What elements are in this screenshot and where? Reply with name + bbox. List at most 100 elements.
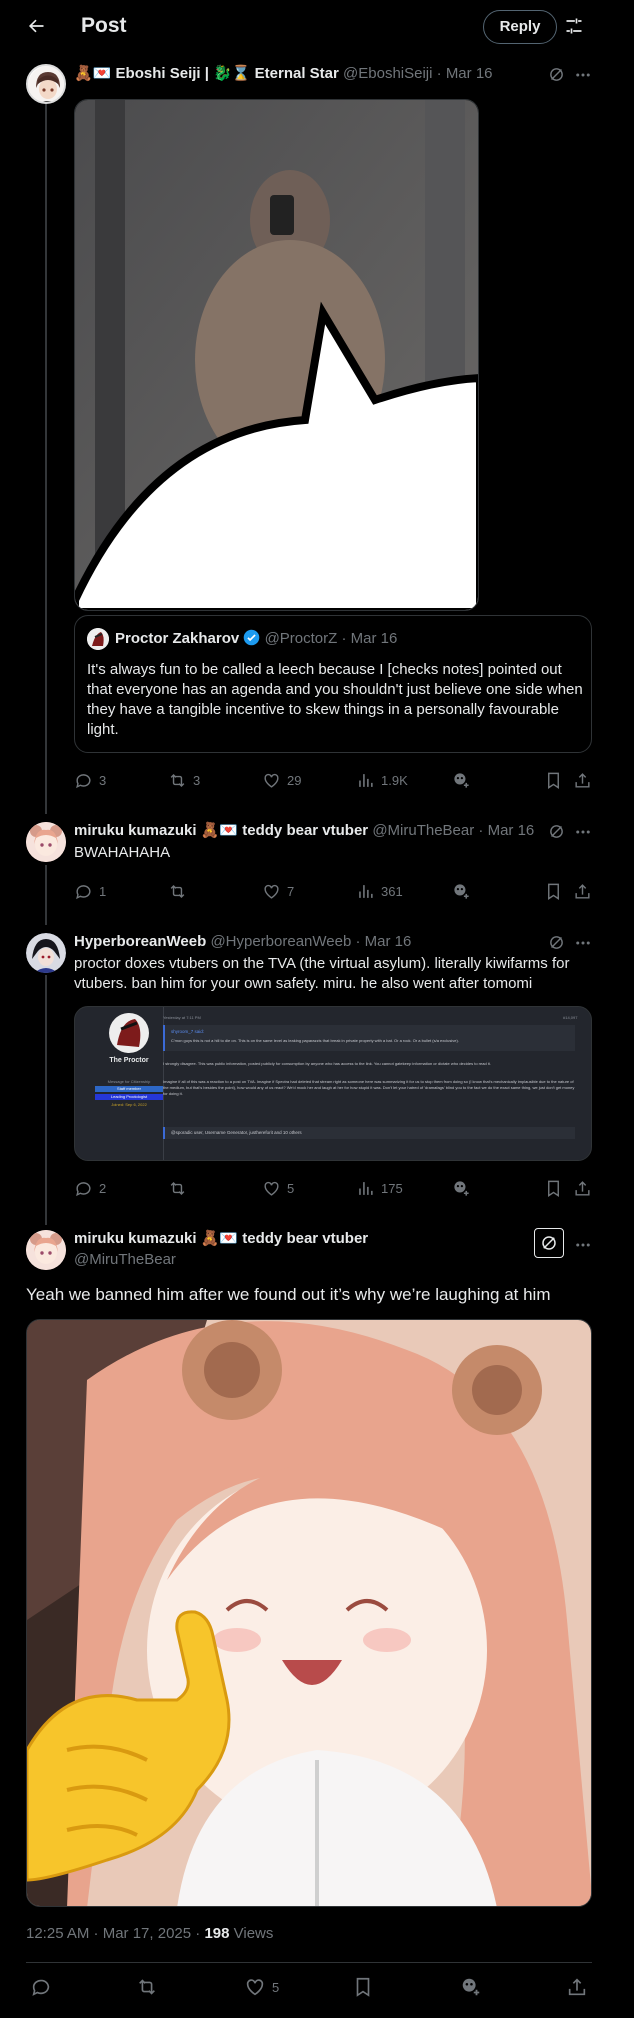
more-options-icon[interactable]: [574, 1236, 592, 1254]
heart-icon: [246, 1979, 264, 1996]
avatar-eboshi[interactable]: [26, 64, 66, 104]
post1-author-row: 🧸💌 Eboshi Seiji | 🐉⌛ Eternal Star @Ebosh…: [74, 64, 493, 84]
bookmark-icon: [548, 772, 559, 789]
reply-action[interactable]: 2: [74, 1179, 106, 1198]
dragon-icon: 🐉: [213, 65, 232, 82]
post3-forum-screenshot[interactable]: The Proctor Message for Citizenship Staf…: [74, 1006, 592, 1161]
thread-connector-line: [45, 104, 47, 814]
grok-explain-action[interactable]: [452, 882, 471, 901]
heart-letter-icon: 💌: [219, 1230, 239, 1247]
main-handle[interactable]: @MiruTheBear: [74, 1251, 176, 1268]
forum-post-date: Yesterday at 7:11 PM: [163, 1015, 201, 1020]
repost-icon: [139, 1979, 155, 1995]
repost-action[interactable]: [136, 1976, 158, 1998]
bookmark-icon: [356, 1977, 370, 1997]
repost-action[interactable]: [168, 1179, 187, 1198]
reply-action[interactable]: [30, 1976, 52, 1998]
bookmark-action[interactable]: [544, 771, 563, 790]
reply-count: 2: [99, 1181, 107, 1196]
post2-author-row: miruku kumazuki 🧸💌 teddy bear vtuber @Mi…: [74, 821, 534, 841]
main-author-name-suffix[interactable]: teddy bear vtuber: [242, 1230, 368, 1247]
thread-connector-line: [45, 975, 47, 1225]
grok-plus-icon: [454, 1181, 469, 1196]
views-action[interactable]: 1.9K: [356, 771, 408, 790]
repost-action[interactable]: 3: [168, 771, 200, 790]
share-action[interactable]: [573, 1179, 592, 1198]
adjust-settings-icon[interactable]: [564, 16, 584, 36]
bookmark-action[interactable]: [544, 882, 563, 901]
post-views-label: Views: [233, 1925, 274, 1942]
like-action[interactable]: 5: [244, 1976, 279, 1998]
reply-icon: [32, 1979, 50, 1996]
like-action[interactable]: 5: [262, 1179, 294, 1198]
share-action[interactable]: [573, 771, 592, 790]
heart-letter-icon: 💌: [219, 822, 239, 839]
bookmark-action[interactable]: [352, 1976, 374, 1998]
post3-date[interactable]: Mar 16: [365, 933, 412, 950]
grok-explain-action[interactable]: [460, 1976, 482, 1998]
avatar-miru[interactable]: [26, 822, 66, 862]
grok-plus-icon: [462, 1978, 480, 1996]
grok-icon[interactable]: [548, 934, 565, 951]
views-action[interactable]: 361: [356, 882, 403, 901]
main-author-name[interactable]: miruku kumazuki: [74, 1230, 197, 1247]
grok-icon[interactable]: [548, 66, 565, 83]
bookmark-icon: [548, 883, 559, 900]
forum-paragraph-1: I strongly disagree. This was public inf…: [163, 1061, 491, 1066]
grok-explain-action[interactable]: [452, 771, 471, 790]
reply-action[interactable]: 1: [74, 882, 106, 901]
forum-user-panel: The Proctor Message for Citizenship Staf…: [89, 1013, 169, 1153]
separator-dot: ·: [341, 630, 347, 647]
grok-button[interactable]: [534, 1228, 564, 1258]
post1-date[interactable]: Mar 16: [446, 65, 493, 82]
quote-author-row: Proctor Zakharov @ProctorZ · Mar 16: [115, 629, 397, 649]
share-action[interactable]: [573, 882, 592, 901]
post-view-count: 198: [204, 1925, 230, 1942]
forum-quote-block: shyroom_7 said: C'mon guys this is not a…: [163, 1025, 575, 1051]
like-action[interactable]: 7: [262, 882, 294, 901]
more-options-icon[interactable]: [574, 823, 592, 841]
post2-author-name[interactable]: miruku kumazuki: [74, 822, 197, 839]
separator-dot: ·: [478, 822, 484, 839]
repost-icon: [170, 773, 185, 788]
share-action[interactable]: [566, 1976, 588, 1998]
quote-text: It's always fun to be called a leech bec…: [87, 661, 583, 738]
post2-handle[interactable]: @MiruTheBear: [372, 822, 474, 839]
post2-date[interactable]: Mar 16: [488, 822, 535, 839]
post3-handle[interactable]: @HyperboreanWeeb: [210, 933, 351, 950]
grok-plus-icon: [454, 884, 469, 899]
share-icon: [575, 773, 590, 788]
bookmark-action[interactable]: [544, 1179, 563, 1198]
reply-action[interactable]: 3: [74, 771, 106, 790]
post1-image[interactable]: [74, 99, 479, 611]
avatar-miru-main[interactable]: [26, 1230, 66, 1270]
reply-icon: [76, 774, 91, 789]
post2-author-name-suffix[interactable]: teddy bear vtuber: [242, 822, 368, 839]
reply-button[interactable]: Reply: [483, 10, 557, 44]
forum-role-3: Leading Proctologist: [95, 1094, 163, 1100]
back-arrow-icon[interactable]: [26, 16, 46, 36]
view-count: 361: [381, 884, 403, 899]
post1-author-name[interactable]: Eboshi Seiji |: [116, 65, 209, 82]
post1-handle[interactable]: @EboshiSeiji: [343, 65, 432, 82]
avatar-hyperboreanweeb[interactable]: [26, 933, 66, 973]
repost-icon: [170, 884, 185, 899]
more-options-icon[interactable]: [574, 66, 592, 84]
repost-count: 3: [193, 773, 201, 788]
forum-avatar: [109, 1013, 149, 1053]
grok-icon[interactable]: [548, 823, 565, 840]
quoted-post[interactable]: Proctor Zakharov @ProctorZ · Mar 16 It's…: [74, 615, 592, 753]
quote-date: Mar 16: [350, 630, 398, 647]
grok-explain-action[interactable]: [452, 1179, 471, 1198]
post3-author-name[interactable]: HyperboreanWeeb: [74, 933, 206, 950]
post2-action-bar: 1 7 361: [74, 882, 592, 902]
post1-author-name-suffix[interactable]: Eternal Star: [255, 65, 339, 82]
views-action[interactable]: 175: [356, 1179, 403, 1198]
like-action[interactable]: 29: [262, 771, 301, 790]
grok-plus-icon: [454, 773, 469, 788]
repost-action[interactable]: [168, 882, 187, 901]
main-post-image[interactable]: [26, 1319, 592, 1907]
verified-badge-icon: [243, 629, 260, 646]
post-timestamp[interactable]: 12:25 AM · Mar 17, 2025 ·: [26, 1925, 200, 1942]
more-options-icon[interactable]: [574, 934, 592, 952]
